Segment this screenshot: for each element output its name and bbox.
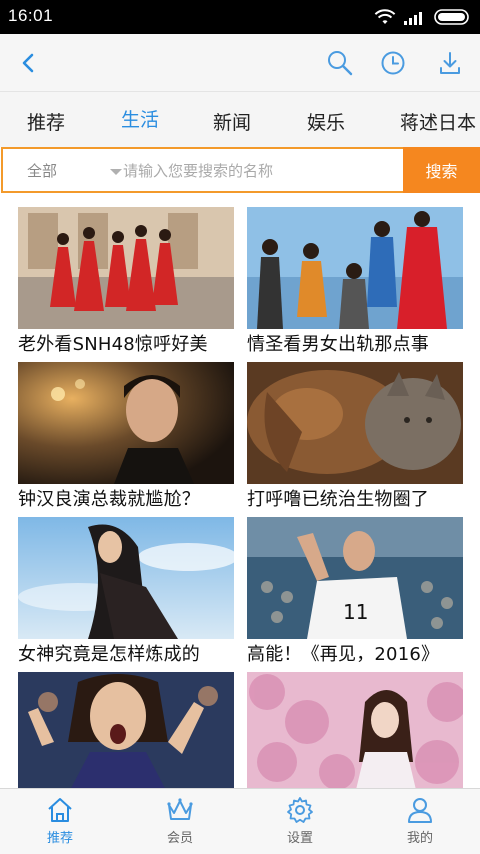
status-bar: 16:01 — [0, 0, 480, 34]
history-icon — [381, 51, 405, 75]
category-tabs: 推荐 生活 新闻 娱乐 蒋述日本 — [0, 92, 480, 148]
video-card[interactable]: 打呼噜已统治生物圈了 — [247, 348, 463, 510]
wifi-icon — [374, 9, 396, 24]
download-button[interactable] — [433, 46, 467, 80]
nav-label: 我的 — [406, 831, 433, 846]
search-bar: 全部 搜索 — [0, 147, 480, 193]
tab-news[interactable]: 新闻 — [213, 108, 251, 135]
search-icon — [328, 51, 353, 76]
history-button[interactable] — [376, 46, 410, 80]
video-thumbnail[interactable] — [18, 517, 234, 639]
video-thumbnail[interactable] — [18, 207, 234, 329]
toolbar — [0, 34, 480, 92]
caret-down-icon[interactable] — [110, 169, 122, 175]
video-card[interactable] — [18, 658, 234, 789]
nav-label: 会员 — [166, 831, 193, 846]
video-thumbnail[interactable] — [247, 672, 463, 789]
search-button[interactable]: 搜索 — [403, 147, 480, 193]
gear-icon — [287, 797, 313, 823]
crown-icon — [167, 798, 193, 820]
video-thumbnail[interactable] — [18, 672, 234, 789]
nav-item-settings[interactable]: 设置 — [240, 789, 360, 854]
user-icon — [408, 798, 432, 823]
video-thumbnail[interactable] — [247, 362, 463, 484]
battery-icon — [434, 9, 469, 25]
search-button-top[interactable] — [323, 46, 357, 80]
download-icon — [440, 52, 460, 74]
search-scope-select[interactable]: 全部 — [27, 160, 57, 181]
nav-label: 设置 — [286, 831, 313, 846]
video-card[interactable]: 女神究竟是怎样炼成的 — [18, 503, 234, 665]
svg-text:11: 11 — [343, 600, 368, 624]
nav-item-member[interactable]: 会员 — [120, 789, 240, 854]
tab-jiangshu-japan[interactable]: 蒋述日本 — [400, 108, 476, 135]
video-thumbnail[interactable] — [247, 207, 463, 329]
tab-life[interactable]: 生活 — [121, 105, 159, 132]
video-card[interactable]: 老外看SNH48惊呼好美 — [18, 193, 234, 355]
video-card[interactable]: 情圣看男女出轨那点事 — [247, 193, 463, 355]
bottom-nav: 推荐 会员 设置 我的 — [0, 788, 480, 854]
back-button[interactable] — [12, 46, 46, 80]
video-card[interactable]: 钟汉良演总裁就尴尬？ — [18, 348, 234, 510]
back-icon — [22, 53, 34, 73]
search-box: 全部 — [1, 147, 403, 193]
signal-icon — [404, 12, 422, 25]
tab-entertainment[interactable]: 娱乐 — [307, 108, 345, 135]
home-icon — [48, 798, 72, 822]
video-thumbnail[interactable] — [18, 362, 234, 484]
nav-item-mine[interactable]: 我的 — [360, 789, 480, 854]
status-time: 16:01 — [8, 6, 54, 25]
nav-label: 推荐 — [46, 831, 73, 846]
video-card[interactable] — [247, 658, 463, 789]
search-input[interactable] — [123, 159, 393, 183]
video-thumbnail[interactable]: 11 — [247, 517, 463, 639]
video-grid: 老外看SNH48惊呼好美 情圣看男女出轨那点事 钟汉良演总裁就尴尬？ 打呼噜已统… — [0, 193, 480, 789]
nav-item-recommend[interactable]: 推荐 — [0, 789, 120, 854]
video-card[interactable]: 11 高能！《再见，2016》 — [247, 503, 463, 665]
tab-recommend[interactable]: 推荐 — [27, 108, 65, 135]
